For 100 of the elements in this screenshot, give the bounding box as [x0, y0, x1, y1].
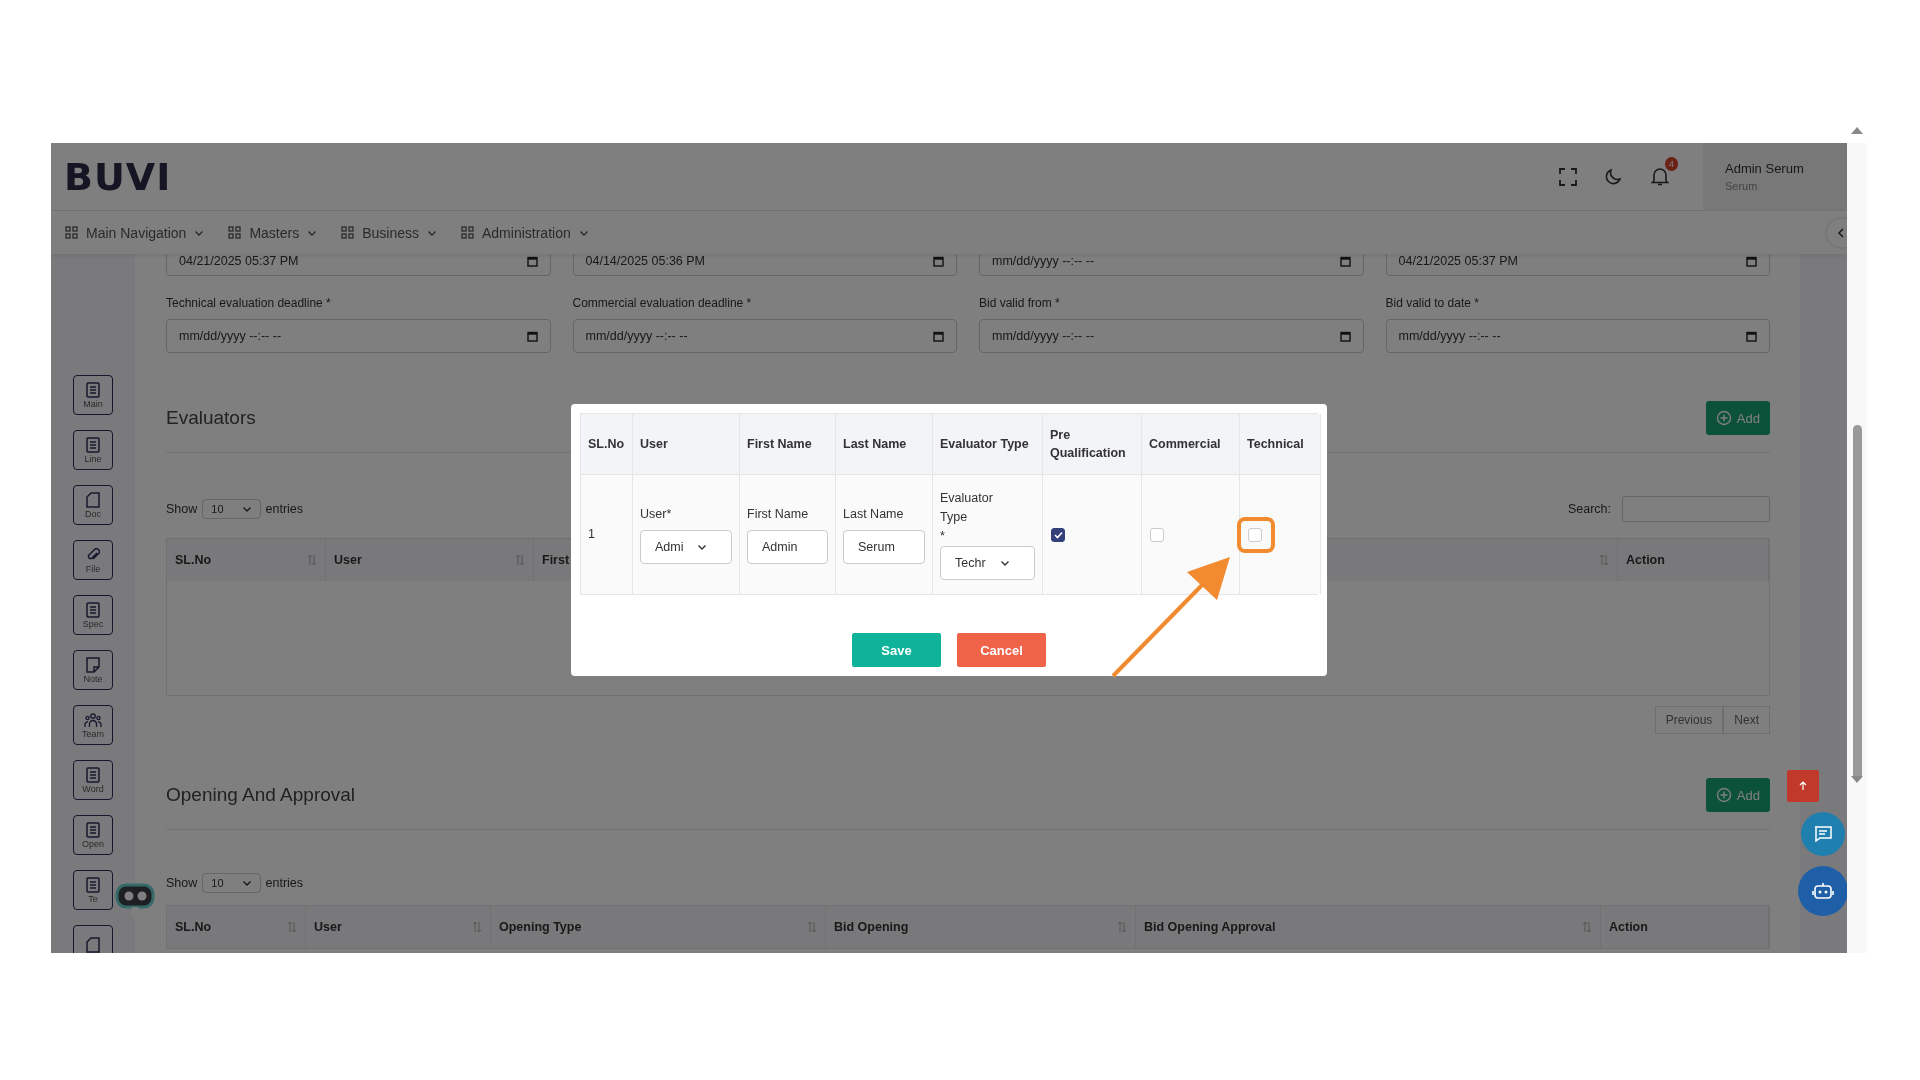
calendar-icon — [933, 330, 944, 342]
page-icon — [86, 937, 100, 953]
chevron-down-icon — [241, 504, 252, 514]
document-icon — [86, 381, 100, 398]
pagination-button[interactable]: Next — [1723, 706, 1770, 734]
evaluator-type-select[interactable]: Techr — [940, 546, 1035, 580]
add-button[interactable]: Add — [1705, 401, 1770, 435]
column-header[interactable]: First — [542, 553, 570, 567]
user-name[interactable]: Admin Serum — [1725, 161, 1847, 176]
field-label: First Name — [747, 506, 810, 523]
first-name-field[interactable]: Admin — [747, 530, 828, 564]
field-label: Bid valid from * — [979, 296, 1061, 310]
document-icon — [86, 436, 100, 453]
column-header[interactable]: Opening Type — [499, 920, 582, 934]
sort-icon[interactable] — [515, 553, 525, 567]
nav-menu-item[interactable]: Administration — [461, 224, 589, 241]
column-header[interactable]: User — [314, 920, 342, 934]
chevron-down-icon — [999, 558, 1010, 568]
column-header[interactable]: SL.No — [175, 920, 212, 934]
nav-menu-item[interactable]: Business — [341, 224, 437, 241]
column-header[interactable]: Action — [1626, 553, 1665, 567]
column-header[interactable]: Bid Opening Approval — [1144, 920, 1276, 934]
fullscreen-icon[interactable] — [1559, 167, 1577, 186]
sort-icon[interactable] — [1599, 553, 1609, 567]
save-button[interactable]: Save — [852, 633, 941, 667]
sidebar-button[interactable]: Doc — [73, 485, 113, 525]
column-header: Pre Qualification — [1050, 427, 1127, 462]
column-header: First Name — [747, 436, 812, 453]
required-mark: * — [940, 528, 946, 545]
calendar-icon — [1746, 330, 1757, 342]
sidebar-button[interactable] — [73, 925, 113, 953]
date-field[interactable]: 04/21/2025 05:37 PM — [1385, 254, 1770, 276]
robot-icon — [1812, 881, 1834, 901]
team-icon — [84, 711, 102, 728]
chat-icon — [1814, 826, 1832, 842]
column-header[interactable]: SL.No — [175, 553, 212, 567]
nav-menu-item[interactable]: Main Navigation — [65, 224, 205, 241]
chevron-down-icon — [241, 878, 252, 888]
sort-icon[interactable] — [307, 553, 317, 567]
sort-icon[interactable] — [287, 920, 297, 934]
column-header: Evaluator Type — [940, 436, 1029, 453]
bell-icon[interactable] — [1651, 167, 1669, 186]
field-label: Last Name — [843, 506, 905, 523]
search-label: Search: — [1567, 502, 1611, 516]
sidebar-button[interactable]: Note — [73, 650, 113, 690]
chevron-down-icon — [697, 542, 708, 552]
date-field[interactable]: mm/dd/yyyy --:-- -- — [572, 319, 957, 353]
page-size-select[interactable]: 10 — [202, 873, 261, 893]
sidebar-button[interactable]: Main — [73, 375, 113, 415]
field-label: Commercial evaluation deadline * — [572, 296, 753, 310]
scroll-top-button[interactable] — [1787, 770, 1819, 802]
plus-circle-icon — [1715, 787, 1732, 803]
date-field[interactable]: mm/dd/yyyy --:-- -- — [1385, 319, 1770, 353]
sidebar-button[interactable]: Team — [73, 705, 113, 745]
sidebar-button[interactable]: Open — [73, 815, 113, 855]
date-field[interactable]: mm/dd/yyyy --:-- -- — [979, 319, 1364, 353]
moon-icon[interactable] — [1605, 167, 1623, 186]
column-header[interactable]: User — [334, 553, 362, 567]
scroll-up-icon[interactable] — [1851, 127, 1863, 134]
section-title: Evaluators — [166, 407, 256, 429]
sort-icon[interactable] — [1582, 920, 1592, 934]
scroll-down-icon[interactable] — [1851, 776, 1863, 783]
checkbox[interactable] — [1051, 527, 1065, 542]
note-icon — [86, 656, 100, 673]
logo[interactable]: BUVI — [64, 154, 172, 199]
sort-icon[interactable] — [807, 920, 817, 934]
nav-menu-item[interactable]: Masters — [228, 224, 318, 241]
sidebar-button[interactable]: File — [73, 540, 113, 580]
assistant-button[interactable] — [1798, 866, 1847, 916]
column-header[interactable]: Action — [1609, 920, 1648, 934]
add-button[interactable]: Add — [1705, 778, 1770, 812]
field-label: Evaluator Type — [940, 490, 994, 526]
section-title: Opening And Approval — [166, 784, 356, 806]
date-field[interactable]: mm/dd/yyyy --:-- -- — [166, 319, 551, 353]
sort-icon[interactable] — [1117, 920, 1127, 934]
calendar-icon — [526, 330, 538, 342]
sidebar-button[interactable]: Spec — [73, 595, 113, 635]
search-field[interactable] — [1622, 496, 1770, 522]
chat-button[interactable] — [1801, 812, 1845, 856]
field-label: Bid valid to date * — [1385, 296, 1480, 310]
page-size-select[interactable]: 10 — [202, 499, 261, 519]
pagination-button[interactable]: Previous — [1654, 706, 1724, 734]
grid-icon — [228, 226, 242, 239]
user-select[interactable]: Admi — [640, 530, 732, 564]
date-field[interactable]: mm/dd/yyyy --:-- -- — [979, 254, 1364, 276]
date-field[interactable]: 04/14/2025 05:36 PM — [572, 254, 957, 276]
grid-icon — [65, 226, 78, 239]
grid-icon — [461, 226, 474, 239]
page-icon — [86, 491, 100, 508]
column-header[interactable]: Bid Opening — [834, 920, 909, 934]
date-field[interactable]: 04/21/2025 05:37 PM — [166, 254, 551, 276]
sort-icon[interactable] — [472, 920, 482, 934]
table-cell-text: 1 — [588, 526, 596, 543]
sidebar-button[interactable]: Te — [73, 870, 113, 910]
cancel-button[interactable]: Cancel — [957, 633, 1046, 667]
sidebar-button[interactable]: Line — [73, 430, 113, 470]
sidebar-button[interactable]: Word — [73, 760, 113, 800]
document-icon — [86, 766, 100, 783]
column-header: SL.No — [588, 436, 625, 453]
last-name-field[interactable]: Serum — [843, 530, 925, 564]
